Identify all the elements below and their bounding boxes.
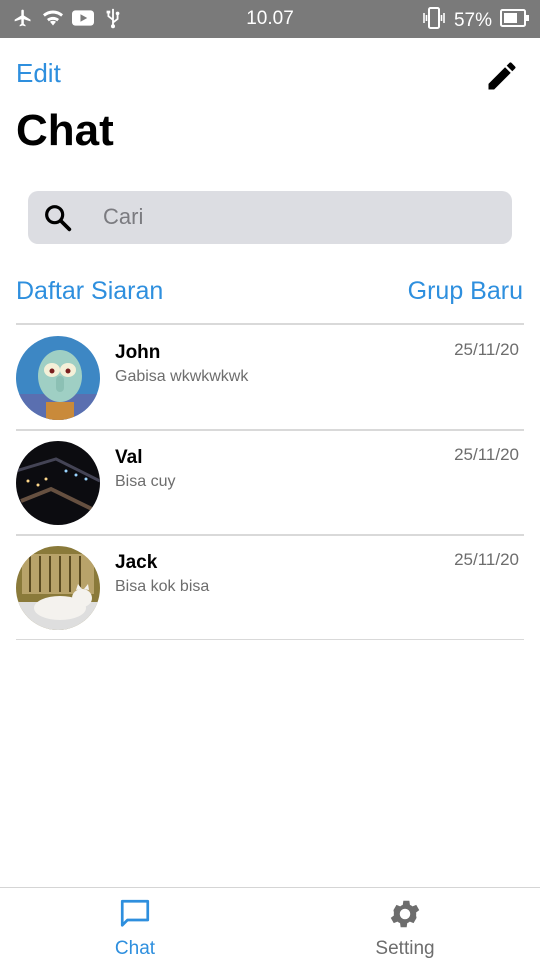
- broadcast-list-link[interactable]: Daftar Siaran: [16, 277, 163, 306]
- chat-last-message: Gabisa wkwkwkwk: [115, 368, 249, 385]
- gear-icon: [387, 896, 423, 932]
- tab-label: Setting: [375, 938, 435, 959]
- chat-row-jack[interactable]: Jack Bisa kok bisa 25/11/20: [16, 536, 524, 640]
- vibrate-icon: [422, 7, 446, 35]
- avatar: [16, 546, 100, 630]
- status-icons-right: 57%: [422, 7, 530, 35]
- divider: [16, 323, 524, 325]
- chat-name: John: [115, 342, 161, 363]
- chat-name: Jack: [115, 552, 158, 573]
- search-placeholder: Cari: [103, 204, 144, 229]
- chat-bubble-icon: [117, 896, 153, 932]
- battery-icon: [500, 8, 530, 34]
- chat-row-john[interactable]: John Gabisa wkwkwkwk 25/11/20: [16, 326, 524, 430]
- chat-row-val[interactable]: Val Bisa cuy 25/11/20: [16, 431, 524, 535]
- tab-chat[interactable]: Chat: [35, 888, 235, 961]
- edit-button[interactable]: Edit: [16, 58, 61, 89]
- tab-label: Chat: [114, 938, 156, 959]
- chat-name: Val: [115, 447, 143, 468]
- pencil-icon[interactable]: [484, 58, 520, 94]
- new-group-link[interactable]: Grup Baru: [408, 277, 523, 306]
- tab-setting[interactable]: Setting: [305, 888, 505, 961]
- search-icon: [42, 202, 74, 234]
- divider: [16, 639, 524, 640]
- bottom-nav: Chat Setting: [0, 887, 540, 961]
- battery-level: 57%: [453, 10, 492, 31]
- avatar: [16, 336, 100, 420]
- chat-date: 25/11/20: [454, 550, 519, 569]
- chat-last-message: Bisa kok bisa: [115, 578, 210, 595]
- chat-date: 25/11/20: [454, 340, 519, 359]
- chat-last-message: Bisa cuy: [115, 473, 176, 490]
- status-bar: 10.07 57%: [0, 0, 540, 38]
- chat-date: 25/11/20: [454, 445, 519, 464]
- page-title: Chat: [16, 106, 114, 155]
- avatar: [16, 441, 100, 525]
- search-input[interactable]: Cari: [28, 191, 512, 244]
